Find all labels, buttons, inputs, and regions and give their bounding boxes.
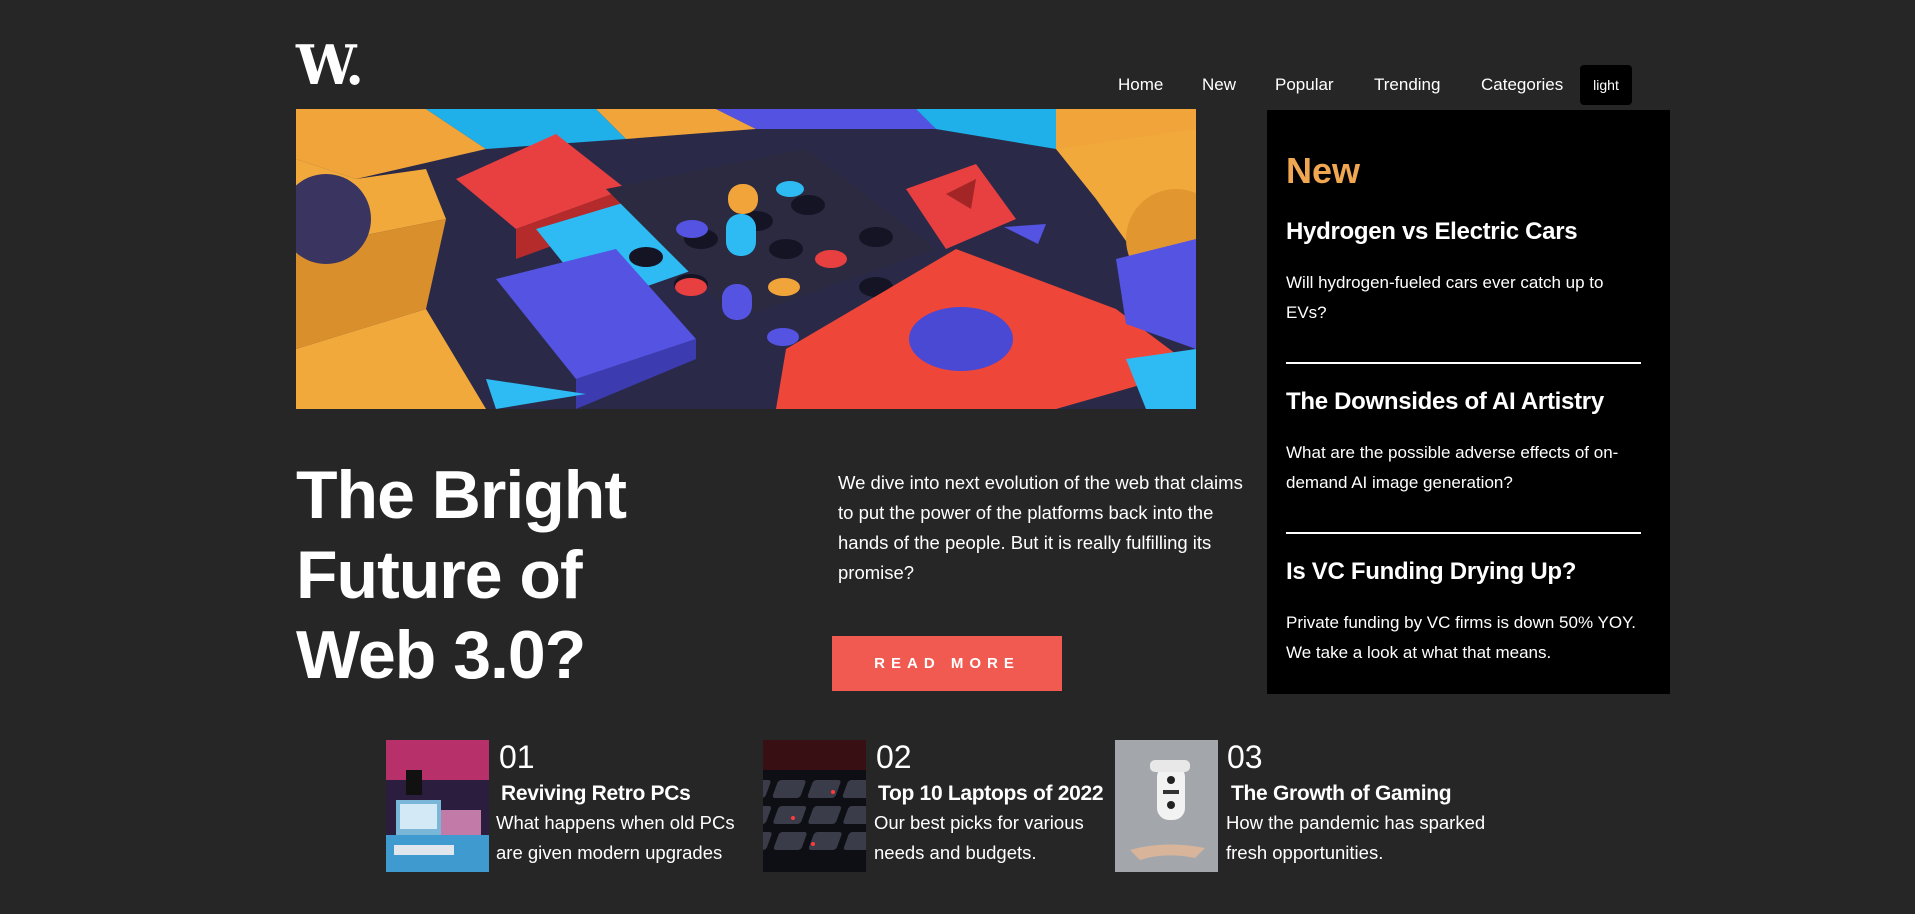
hero-title: The Bright Future of Web 3.0? <box>296 457 627 693</box>
card-description: What happens when old PCs are given mode… <box>496 812 735 863</box>
theme-toggle-button[interactable]: light <box>1580 65 1632 105</box>
divider <box>1286 362 1641 364</box>
retro-pc-thumbnail[interactable] <box>386 740 489 872</box>
card-title[interactable]: Top 10 Laptops of 2022 <box>878 782 1104 806</box>
panel-heading: New <box>1286 150 1361 191</box>
featured-card[interactable]: 01 Reviving Retro PCs What happens when … <box>386 740 756 872</box>
card-description: Our best picks for various needs and bud… <box>874 812 1084 863</box>
nav-categories[interactable]: Categories <box>1481 75 1563 95</box>
laptop-keyboard-thumbnail[interactable] <box>763 740 866 872</box>
article-description: Will hydrogen-fueled cars ever catch up … <box>1286 273 1604 322</box>
nav-new[interactable]: New <box>1202 75 1236 95</box>
logo[interactable]: W. <box>296 38 364 92</box>
article-title[interactable]: Hydrogen vs Electric Cars <box>1286 218 1641 246</box>
article-title[interactable]: The Downsides of AI Artistry <box>1286 388 1641 416</box>
new-articles-panel: New Hydrogen vs Electric Cars Will hydro… <box>1267 110 1670 694</box>
featured-card[interactable]: 03 The Growth of Gaming How the pandemic… <box>1115 740 1515 872</box>
hero-description: We dive into next evolution of the web t… <box>838 472 1243 583</box>
nav-popular[interactable]: Popular <box>1275 75 1334 95</box>
hero-image <box>296 109 1196 409</box>
featured-card[interactable]: 02 Top 10 Laptops of 2022 Our best picks… <box>763 740 1113 872</box>
game-controller-thumbnail[interactable] <box>1115 740 1218 872</box>
nav-home[interactable]: Home <box>1118 75 1163 95</box>
sidebar-article[interactable]: Hydrogen vs Electric Cars Will hydrogen-… <box>1286 218 1641 328</box>
article-description: What are the possible adverse effects of… <box>1286 443 1619 492</box>
sidebar-article[interactable]: Is VC Funding Drying Up? Private funding… <box>1286 558 1641 668</box>
card-number: 02 <box>876 739 912 775</box>
card-number: 03 <box>1227 739 1263 775</box>
card-title[interactable]: Reviving Retro PCs <box>501 782 691 806</box>
card-title[interactable]: The Growth of Gaming <box>1231 782 1452 806</box>
article-description: Private funding by VC firms is down 50% … <box>1286 613 1636 662</box>
read-more-button[interactable]: READ MORE <box>832 636 1062 691</box>
card-description: How the pandemic has sparked fresh oppor… <box>1226 812 1486 863</box>
card-number: 01 <box>499 739 535 775</box>
article-title[interactable]: Is VC Funding Drying Up? <box>1286 558 1641 586</box>
divider <box>1286 532 1641 534</box>
sidebar-article[interactable]: The Downsides of AI Artistry What are th… <box>1286 388 1641 498</box>
nav-trending[interactable]: Trending <box>1374 75 1440 95</box>
